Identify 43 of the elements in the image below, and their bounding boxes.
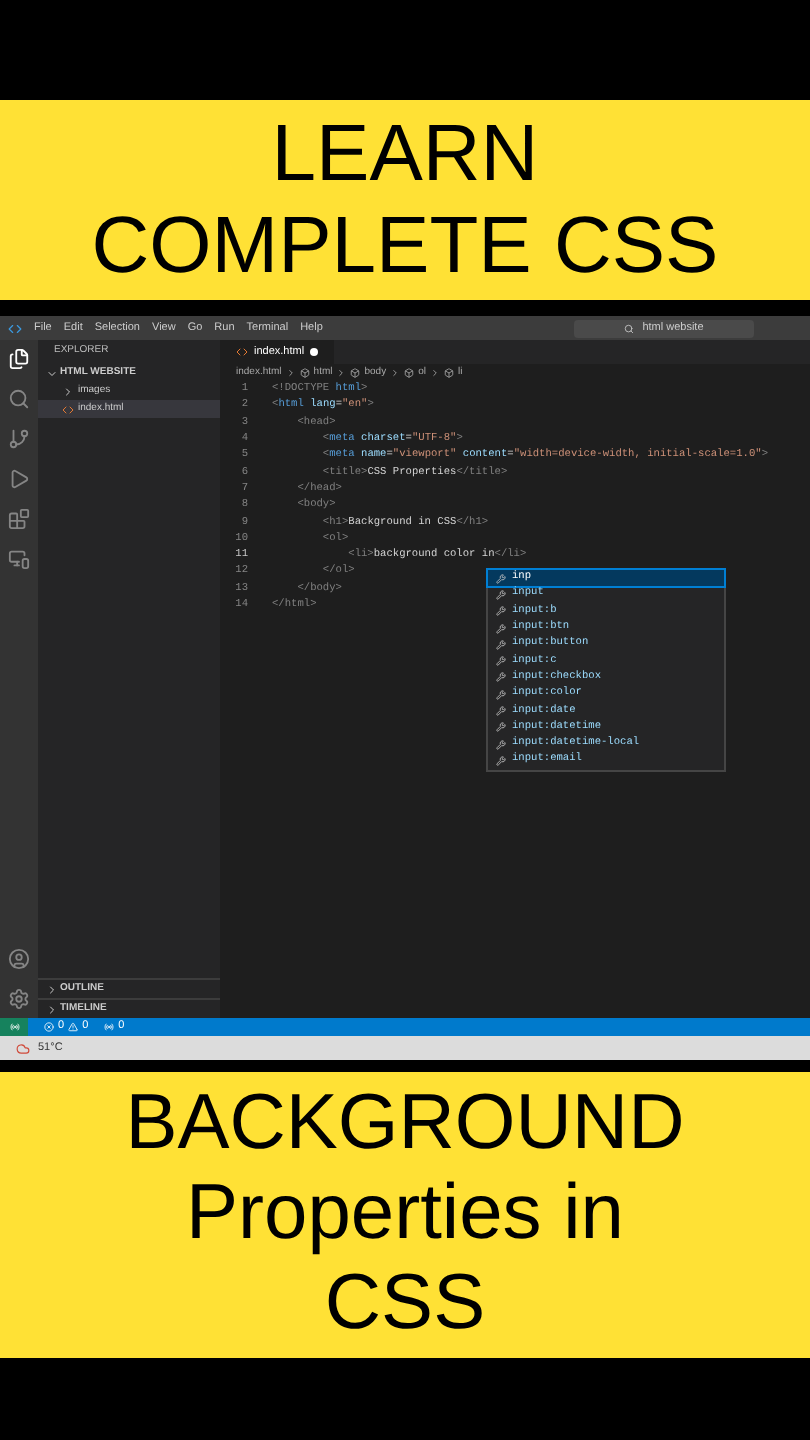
wrench-icon	[496, 706, 506, 717]
wrench-icon	[496, 589, 506, 600]
element-icon	[444, 368, 454, 378]
chevron-icon	[390, 368, 401, 378]
chevron-icon	[285, 368, 296, 378]
wrench-icon	[496, 755, 506, 766]
html-file-icon	[62, 403, 74, 415]
extensions-icon[interactable]	[8, 508, 30, 530]
app-logo-icon	[8, 321, 22, 335]
element-icon	[350, 368, 361, 378]
wrench-icon	[496, 672, 506, 683]
wrench-icon	[496, 573, 506, 584]
wrench-icon	[496, 623, 506, 634]
wrench-icon	[496, 606, 506, 617]
search-icon[interactable]	[8, 388, 30, 410]
monitor-icon[interactable]	[8, 548, 30, 570]
settings-icon[interactable]	[8, 988, 30, 1010]
run-icon[interactable]	[8, 468, 30, 490]
element-icon	[404, 368, 415, 378]
remote-icon	[9, 1022, 19, 1032]
html-file-icon	[236, 346, 248, 358]
error-icon	[44, 1022, 54, 1032]
wrench-icon	[496, 722, 506, 733]
wrench-icon	[496, 656, 506, 667]
caption-text: LEARN	[271, 108, 539, 200]
warning-icon	[68, 1022, 79, 1032]
chevron-icon	[430, 368, 440, 378]
caption-text: CSS	[324, 1259, 486, 1350]
branch-icon[interactable]	[8, 428, 30, 450]
caption-text: COMPLETE CSS	[91, 200, 719, 292]
element-icon	[299, 368, 310, 378]
wrench-icon	[496, 689, 506, 700]
wrench-icon	[496, 739, 506, 750]
caption-text: Properties in	[186, 1169, 624, 1260]
ports-icon	[104, 1022, 115, 1032]
chevron-icon	[336, 368, 347, 378]
account-icon[interactable]	[8, 948, 30, 970]
weather-icon[interactable]	[16, 1041, 30, 1055]
wrench-icon	[496, 639, 506, 650]
files-icon[interactable]	[8, 348, 30, 370]
remote-indicator[interactable]	[0, 1018, 28, 1036]
search-icon	[624, 323, 635, 333]
caption-text: BACKGROUND	[125, 1080, 685, 1170]
